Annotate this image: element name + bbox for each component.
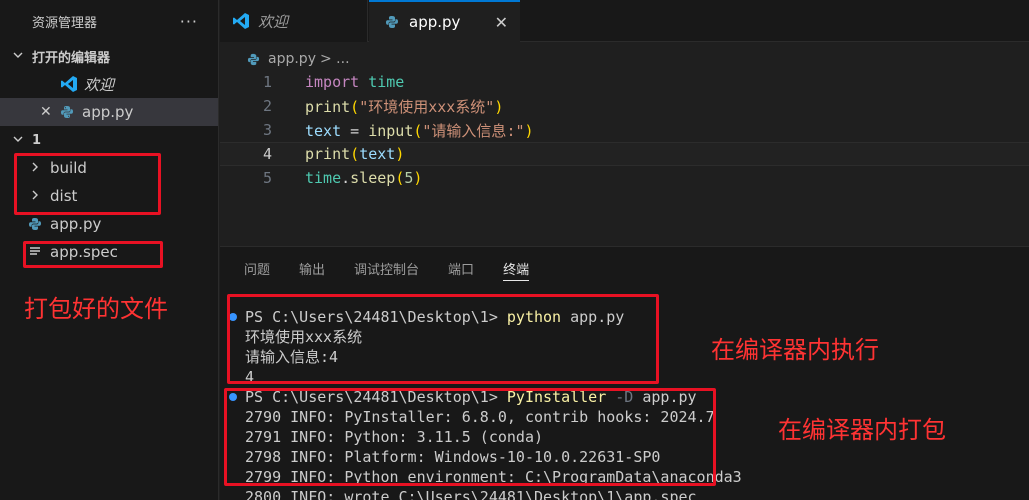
tree-item-label: app.py [50, 215, 102, 233]
chevron-right-icon [28, 190, 42, 203]
folder-section[interactable]: 1 [0, 126, 218, 154]
line-number: 2 [262, 97, 272, 115]
tab-label: app.py [409, 13, 461, 31]
annotation-run-in-editor: 在编译器内执行 [711, 336, 879, 364]
terminal-line: PS C:\Users\24481\Desktop\1> PyInstaller… [220, 387, 1029, 407]
open-editor-label: 欢迎 [84, 75, 115, 94]
text-file-icon [26, 243, 44, 261]
explorer-sidebar: 资源管理器 ··· 打开的编辑器 欢迎 ✕ app.py 1 build dis… [0, 0, 219, 500]
code-text: text = input("请输入信息:") [305, 121, 534, 140]
code-line: 5 time.sleep(5) [220, 166, 1029, 190]
tab-ports[interactable]: 端口 [448, 259, 474, 281]
terminal-line: 请输入信息:4 [245, 348, 339, 366]
code-line: 2 print("环境使用xxx系统") [220, 94, 1029, 118]
editor-tab-bar: 欢迎 app.py ✕ [220, 0, 1029, 42]
folder-label: 1 [32, 132, 42, 148]
code-editor[interactable]: 1 import time 2 print("环境使用xxx系统") 3 tex… [220, 70, 1029, 190]
more-actions-icon[interactable]: ··· [180, 12, 198, 31]
tree-folder-dist[interactable]: dist [0, 182, 218, 210]
python-file-icon [383, 13, 401, 31]
code-line-current: 4 print(text) [220, 142, 1029, 166]
tree-item-label: dist [50, 187, 78, 205]
chevron-down-icon [10, 50, 26, 63]
tab-debug-console[interactable]: 调试控制台 [354, 259, 419, 281]
terminal[interactable]: PS C:\Users\24481\Desktop\1> python app.… [220, 307, 1029, 500]
tab-welcome[interactable]: 欢迎 [220, 0, 368, 42]
code-text: print(text) [305, 145, 405, 163]
open-editors-label: 打开的编辑器 [32, 50, 111, 66]
terminal-line: PS C:\Users\24481\Desktop\1> python app.… [220, 307, 1029, 327]
tree-item-label: app.spec [50, 243, 118, 261]
breadcrumb-file[interactable]: app.py [268, 51, 316, 67]
terminal-line: 环境使用xxx系统 [245, 328, 363, 346]
code-text: time.sleep(5) [305, 169, 423, 187]
line-number: 3 [262, 121, 272, 139]
command-status-dot-icon [229, 393, 237, 401]
tab-problems[interactable]: 问题 [244, 259, 270, 281]
code-line: 3 text = input("请输入信息:") [220, 118, 1029, 142]
tab-app-py[interactable]: app.py ✕ [369, 0, 520, 42]
breadcrumb: app.py > ... [244, 48, 350, 70]
tree-folder-build[interactable]: build [0, 154, 218, 182]
tab-label: 欢迎 [258, 12, 289, 31]
explorer-title: 资源管理器 [32, 15, 98, 31]
python-file-icon [58, 103, 76, 121]
chevron-right-icon [28, 162, 42, 175]
breadcrumb-rest[interactable]: > ... [320, 51, 350, 67]
open-editor-app-py[interactable]: ✕ app.py [0, 98, 218, 126]
open-editor-welcome[interactable]: 欢迎 [0, 70, 218, 98]
close-icon[interactable]: ✕ [495, 13, 508, 32]
terminal-line: 4 [245, 368, 255, 386]
close-icon[interactable]: ✕ [40, 104, 58, 120]
python-file-icon [26, 215, 44, 233]
vscode-icon [232, 12, 250, 30]
tree-file-app-py[interactable]: app.py [0, 210, 218, 238]
line-number: 1 [262, 73, 272, 91]
chevron-down-icon [10, 134, 26, 147]
code-text: import time [305, 73, 405, 91]
bottom-panel: 问题 输出 调试控制台 端口 终端 PS C:\Users\24481\Desk… [220, 246, 1029, 500]
tab-terminal[interactable]: 终端 [503, 259, 530, 281]
vscode-icon [60, 75, 78, 93]
annotation-packaged-files: 打包好的文件 [24, 295, 168, 323]
terminal-line: 2800 INFO: wrote C:\Users\24481\Desktop\… [245, 488, 697, 500]
code-text: print("环境使用xxx系统") [305, 97, 504, 116]
line-number: 5 [262, 169, 272, 187]
command-status-dot-icon [229, 313, 237, 321]
python-file-icon [244, 50, 262, 68]
tab-output[interactable]: 输出 [299, 259, 325, 281]
tree-item-label: build [50, 159, 87, 177]
terminal-line: 2798 INFO: Platform: Windows-10-10.0.226… [245, 448, 661, 466]
code-line: 1 import time [220, 70, 1029, 94]
line-number: 4 [262, 145, 272, 163]
open-editors-section[interactable]: 打开的编辑器 [0, 42, 218, 70]
tree-file-app-spec[interactable]: app.spec [0, 238, 218, 266]
open-editor-label: app.py [82, 103, 134, 121]
terminal-line: 2799 INFO: Python environment: C:\Progra… [245, 468, 742, 486]
annotation-package-in-editor: 在编译器内打包 [778, 416, 946, 444]
explorer-header: 资源管理器 ··· [0, 0, 218, 42]
panel-tabs: 问题 输出 调试控制台 端口 终端 [244, 259, 558, 281]
